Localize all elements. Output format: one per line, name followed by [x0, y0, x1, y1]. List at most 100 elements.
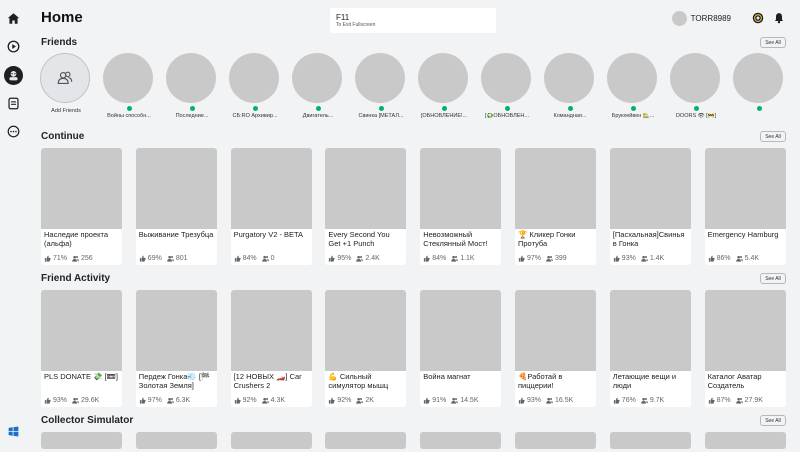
game-card[interactable]: 🍕Работай в пиццерии! 93% 16.5K: [515, 290, 596, 407]
game-thumbnail[interactable]: [420, 290, 502, 371]
game-card[interactable]: [12 НОВЫХ 🏎️] Car Crushers 2 92% 4.3K: [230, 290, 312, 407]
game-thumbnail[interactable]: [515, 148, 596, 229]
game-card[interactable]: Every Second You Get +1 Punch 95% 2.4K: [325, 148, 407, 265]
friend-avatar[interactable]: [229, 53, 279, 103]
rating-value: 91%: [432, 396, 447, 404]
avatar[interactable]: [671, 10, 687, 26]
friend-tile[interactable]: Двигатель...: [292, 53, 344, 119]
friends-see-all-button[interactable]: See All: [760, 37, 786, 48]
game-thumbnail[interactable]: [135, 432, 217, 449]
game-thumbnail[interactable]: [704, 432, 786, 449]
rating-stat: 93%: [44, 397, 67, 404]
game-card[interactable]: [704, 432, 786, 449]
game-card[interactable]: Невозможный Стеклянный Мост! 84% 1.1K: [420, 148, 502, 265]
friend-avatar[interactable]: [670, 53, 720, 103]
game-card[interactable]: [41, 432, 122, 449]
game-thumbnail[interactable]: [230, 148, 312, 229]
friend-avatar[interactable]: [103, 53, 153, 103]
friend-tile[interactable]: Командная...: [544, 53, 596, 119]
friend-avatar[interactable]: [481, 53, 531, 103]
game-title: Невозможный Стеклянный Мост!: [423, 230, 488, 248]
game-card[interactable]: Выживание Трезубца 69% 801: [135, 148, 217, 265]
add-friends-tile[interactable]: Add Friends: [40, 53, 92, 114]
game-thumbnail[interactable]: [41, 432, 122, 449]
game-thumbnail[interactable]: [135, 148, 217, 229]
friend-tile[interactable]: [733, 53, 785, 113]
game-thumbnail[interactable]: [325, 432, 407, 449]
game-card[interactable]: Purgatory V2 - BETA 84% 0: [230, 148, 312, 265]
players-value: 5.4K: [744, 254, 760, 262]
game-thumbnail[interactable]: [420, 148, 502, 229]
game-card[interactable]: [609, 432, 691, 449]
game-card[interactable]: Emergency Hamburg 86% 5.4K: [704, 148, 786, 265]
friend-tile[interactable]: СБ:RO Архивир...: [229, 53, 281, 119]
game-card[interactable]: [325, 432, 407, 449]
game-title: PLS DONATE 💸 [📼]: [44, 372, 118, 381]
username[interactable]: TORR8989: [691, 14, 731, 23]
game-thumbnail[interactable]: [420, 432, 502, 449]
game-card[interactable]: Летающие вещи и люди 76% 9.7K: [609, 290, 691, 407]
friend-tile[interactable]: Последние...: [166, 53, 218, 119]
game-thumbnail[interactable]: [515, 432, 596, 449]
friend-tile[interactable]: Войны способн...: [103, 53, 155, 119]
game-title: Пердеж Гонка💨 [🏁Золотая Земля]: [138, 372, 211, 390]
game-card[interactable]: [135, 432, 217, 449]
friend-tile[interactable]: [ОБНОВЛЕНИЕ!...: [418, 53, 470, 119]
bell-icon[interactable]: [773, 12, 785, 24]
game-thumbnail[interactable]: [230, 290, 312, 371]
game-card[interactable]: Война магнат 91% 14.5K: [420, 290, 502, 407]
game-thumbnail[interactable]: [135, 290, 217, 371]
players-value: 27.9K: [744, 396, 763, 404]
game-thumbnail[interactable]: [704, 290, 786, 371]
home-icon[interactable]: [6, 11, 21, 26]
friend-avatar[interactable]: [544, 53, 594, 103]
friend-tile[interactable]: [♻️ОБНОВЛЕН...: [481, 53, 533, 119]
rating-value: 93%: [527, 396, 542, 404]
game-title: [12 НОВЫХ 🏎️] Car Crushers 2: [233, 372, 302, 390]
game-thumbnail[interactable]: [41, 148, 122, 229]
game-thumbnail[interactable]: [325, 148, 407, 229]
friend-avatar[interactable]: [166, 53, 216, 103]
friend-avatar[interactable]: [418, 53, 468, 103]
game-thumbnail[interactable]: [325, 290, 407, 371]
game-card[interactable]: Пердеж Гонка💨 [🏁Золотая Земля] 97% 6.3K: [135, 290, 217, 407]
game-card[interactable]: [230, 432, 312, 449]
friend-avatar[interactable]: [355, 53, 405, 103]
robux-icon[interactable]: [752, 12, 764, 24]
game-card[interactable]: Каталог Аватар Создатель 87% 27.9K: [704, 290, 786, 407]
game-thumbnail[interactable]: [609, 148, 691, 229]
rating-stat: 87%: [708, 397, 731, 404]
more-icon[interactable]: [6, 124, 21, 139]
game-thumbnail[interactable]: [609, 432, 691, 449]
collector-see-all-button[interactable]: See All: [760, 415, 786, 426]
windows-logo-icon[interactable]: [6, 424, 21, 439]
search-input[interactable]: F11 To Exit Fullscreen: [330, 8, 496, 33]
friend-tile[interactable]: Брукхейвен 🏡...: [607, 53, 659, 119]
rating-stat: 76%: [613, 397, 636, 404]
chat-icon[interactable]: [6, 96, 21, 111]
add-friends-circle[interactable]: [40, 53, 90, 103]
game-card[interactable]: [420, 432, 502, 449]
online-status-icon: [756, 106, 762, 111]
game-card[interactable]: 💪 Сильный симулятор мышц 92% 2K: [325, 290, 407, 407]
play-icon[interactable]: [6, 39, 21, 54]
game-card[interactable]: [515, 432, 596, 449]
continue-see-all-button[interactable]: See All: [760, 131, 786, 142]
game-thumbnail[interactable]: [609, 290, 691, 371]
avatar-icon[interactable]: [4, 66, 23, 85]
game-thumbnail[interactable]: [704, 148, 786, 229]
friend-tile[interactable]: DOORS 👁 [🚧]: [670, 53, 722, 119]
game-thumbnail[interactable]: [515, 290, 596, 371]
friend-activity-see-all-button[interactable]: See All: [760, 273, 786, 284]
friend-avatar[interactable]: [292, 53, 342, 103]
game-card[interactable]: Наследие проекта (альфа) 71% 256: [41, 148, 122, 265]
friend-avatar[interactable]: [607, 53, 657, 103]
game-thumbnail[interactable]: [230, 432, 312, 449]
rating-stat: 86%: [708, 255, 731, 262]
game-thumbnail[interactable]: [41, 290, 122, 371]
friend-avatar[interactable]: [733, 53, 783, 103]
friend-tile[interactable]: Свинка [МЕТАЛ...: [355, 53, 407, 119]
game-card[interactable]: 🏆 Кликер Гонки Протуба 97% 399: [515, 148, 596, 265]
game-card[interactable]: [Пасхальная]Свинья в Гонка 93% 1.4K: [609, 148, 691, 265]
game-card[interactable]: PLS DONATE 💸 [📼] 93% 29.6K: [41, 290, 122, 407]
